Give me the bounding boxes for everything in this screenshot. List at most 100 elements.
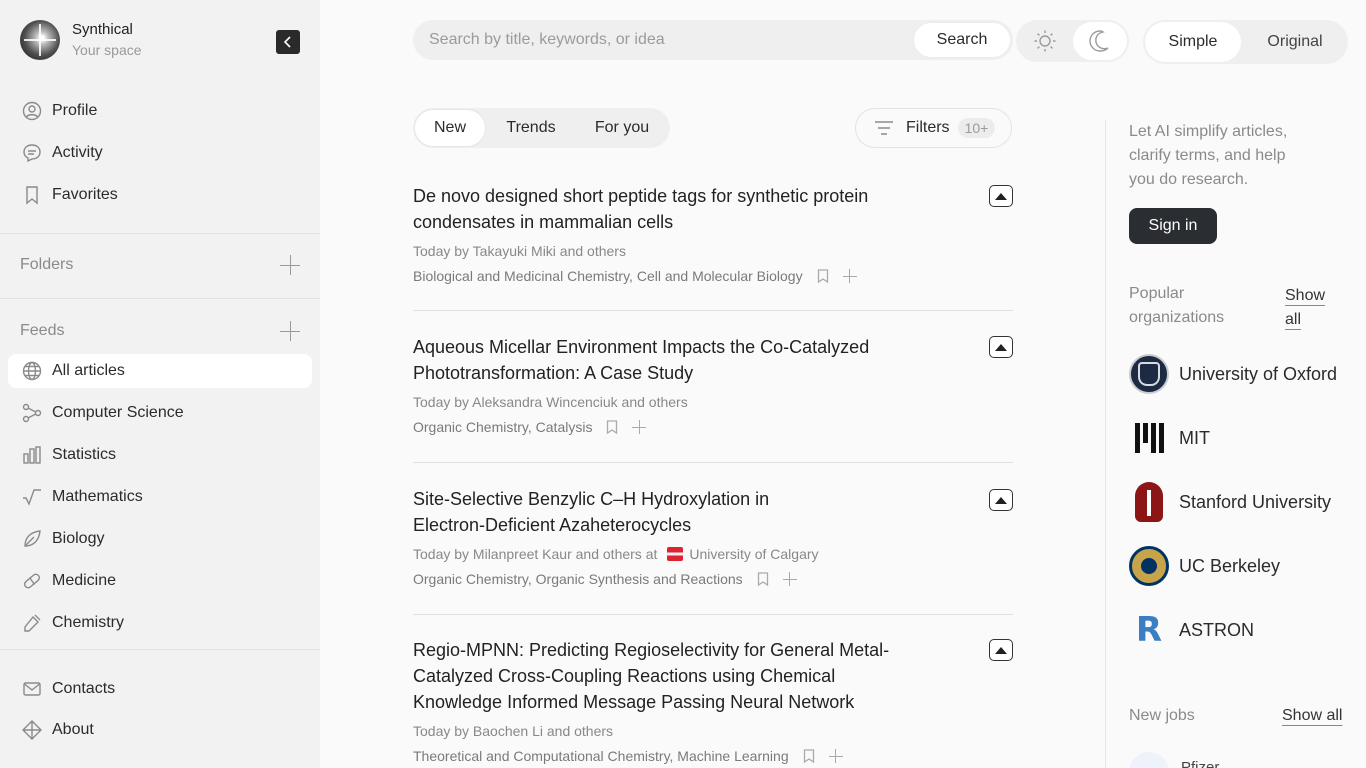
job-item[interactable]: Pfizer [1129, 752, 1219, 768]
oxford-crest-icon [1129, 354, 1169, 394]
upvote-button[interactable] [989, 185, 1013, 207]
bookmark-icon[interactable] [803, 749, 815, 764]
article-meta: Today by Takayuki Miki and others [413, 243, 626, 259]
sidebar-item-contacts[interactable]: Contacts [8, 672, 312, 706]
add-to-folder-icon[interactable] [782, 572, 797, 586]
bookmark-icon[interactable] [757, 572, 769, 587]
sidebar: Synthical Your space Profile Activity Fa… [0, 0, 320, 768]
divider [0, 233, 320, 234]
sidebar-item-label: Statistics [52, 446, 117, 463]
article-tags-text: Organic Chemistry, Catalysis [413, 419, 593, 435]
brand-subtitle: Your space [72, 42, 142, 58]
add-to-folder-icon[interactable] [842, 269, 857, 283]
search-bar: Search [413, 20, 1013, 60]
sidebar-item-label: Contacts [52, 680, 116, 697]
dark-theme-button[interactable] [1073, 22, 1127, 60]
organization-name: ASTRON [1179, 619, 1255, 640]
divider [413, 462, 1013, 463]
synthical-logo [20, 20, 60, 60]
berkeley-seal-icon [1129, 546, 1169, 586]
article-tags: Organic Chemistry, Catalysis [413, 418, 1013, 436]
article-title[interactable]: Site-Selective Benzylic C–H Hydroxylatio… [413, 486, 773, 538]
globe-icon [22, 361, 42, 381]
panel-divider [1105, 120, 1106, 768]
sidebar-item-label: Medicine [52, 572, 117, 589]
article-title[interactable]: Regio-MPNN: Predicting Regioselectivity … [413, 637, 903, 715]
chat-bubble-icon [22, 143, 42, 163]
graph-nodes-icon [22, 403, 42, 423]
collapse-sidebar-button[interactable] [276, 30, 300, 54]
sidebar-item-computer-science[interactable]: Computer Science [8, 396, 312, 430]
university-of-calgary-logo [667, 547, 684, 561]
organization-item[interactable]: R ASTRON [1129, 610, 1254, 650]
add-feed-button[interactable] [280, 321, 300, 341]
pipette-icon [22, 613, 42, 633]
feed-tabs: New Trends For you [413, 108, 670, 148]
sidebar-item-about[interactable]: About [8, 713, 312, 747]
profile-icon [22, 101, 42, 121]
sidebar-item-all-articles[interactable]: All articles [8, 354, 312, 388]
search-button[interactable]: Search [913, 22, 1011, 58]
sun-icon [1034, 30, 1056, 52]
upvote-button[interactable] [989, 489, 1013, 511]
reading-mode-toggle: Simple Original [1143, 20, 1348, 64]
sidebar-item-label: Computer Science [52, 404, 184, 421]
sidebar-item-activity[interactable]: Activity [8, 136, 312, 170]
bookmark-icon[interactable] [606, 420, 618, 435]
light-theme-button[interactable] [1018, 22, 1072, 60]
tab-trends[interactable]: Trends [491, 109, 571, 147]
feeds-section: Feeds [20, 321, 300, 341]
article-card[interactable]: Aqueous Micellar Environment Impacts the… [413, 334, 1013, 436]
article-title[interactable]: Aqueous Micellar Environment Impacts the… [413, 334, 913, 386]
sidebar-item-favorites[interactable]: Favorites [8, 178, 312, 212]
organization-name: UC Berkeley [1179, 555, 1281, 576]
add-folder-button[interactable] [280, 255, 300, 275]
article-tags-text: Biological and Medicinal Chemistry, Cell… [413, 268, 803, 284]
astron-logo-icon: R [1135, 610, 1163, 650]
search-input[interactable] [413, 20, 908, 60]
organization-item[interactable]: UC Berkeley [1129, 546, 1280, 586]
bookmark-icon [22, 185, 42, 205]
sidebar-item-chemistry[interactable]: Chemistry [8, 606, 312, 640]
organization-item[interactable]: MIT [1129, 418, 1210, 458]
organization-name: Stanford University [1179, 491, 1332, 512]
jobs-show-all-link[interactable]: Show all [1282, 704, 1342, 728]
article-card[interactable]: De novo designed short peptide tags for … [413, 183, 1013, 285]
article-title[interactable]: De novo designed short peptide tags for … [413, 183, 913, 235]
add-to-folder-icon[interactable] [632, 420, 647, 434]
leaf-icon [22, 529, 42, 549]
brand[interactable]: Synthical Your space [20, 20, 142, 60]
sidebar-item-medicine[interactable]: Medicine [8, 564, 312, 598]
folders-heading: Folders [20, 256, 74, 273]
upvote-button[interactable] [989, 336, 1013, 358]
ai-promo-text: Let AI simplify articles, clarify terms,… [1129, 123, 1288, 188]
sidebar-item-biology[interactable]: Biology [8, 522, 312, 556]
organization-item[interactable]: Stanford University [1129, 482, 1331, 522]
mit-logo-icon [1129, 418, 1169, 458]
divider [413, 310, 1013, 311]
divider [0, 649, 320, 650]
filters-button[interactable]: Filters 10+ [855, 108, 1012, 148]
organizations-show-all-link[interactable]: Show all [1285, 284, 1335, 332]
sidebar-item-label: Biology [52, 530, 105, 547]
upvote-button[interactable] [989, 639, 1013, 661]
tab-for-you[interactable]: For you [577, 109, 667, 147]
add-to-folder-icon[interactable] [828, 749, 843, 763]
sidebar-item-mathematics[interactable]: Mathematics [8, 480, 312, 514]
organization-item[interactable]: University of Oxford [1129, 354, 1337, 394]
article-meta: Today by Aleksandra Wincenciuk and other… [413, 394, 688, 410]
bookmark-icon[interactable] [817, 269, 829, 284]
tab-new[interactable]: New [414, 109, 486, 147]
sign-in-button[interactable]: Sign in [1129, 208, 1217, 244]
sidebar-item-label: Mathematics [52, 488, 143, 505]
sidebar-item-label: Activity [52, 144, 103, 161]
article-card[interactable]: Regio-MPNN: Predicting Regioselectivity … [413, 637, 1013, 765]
sidebar-item-statistics[interactable]: Statistics [8, 438, 312, 472]
divider [0, 298, 320, 299]
simple-mode-button[interactable]: Simple [1145, 22, 1241, 62]
sidebar-item-profile[interactable]: Profile [8, 94, 312, 128]
article-org-link[interactable]: University of Calgary [689, 545, 818, 563]
article-card[interactable]: Site-Selective Benzylic C–H Hydroxylatio… [413, 486, 1013, 588]
original-mode-button[interactable]: Original [1245, 22, 1345, 62]
brand-name: Synthical [72, 21, 133, 38]
